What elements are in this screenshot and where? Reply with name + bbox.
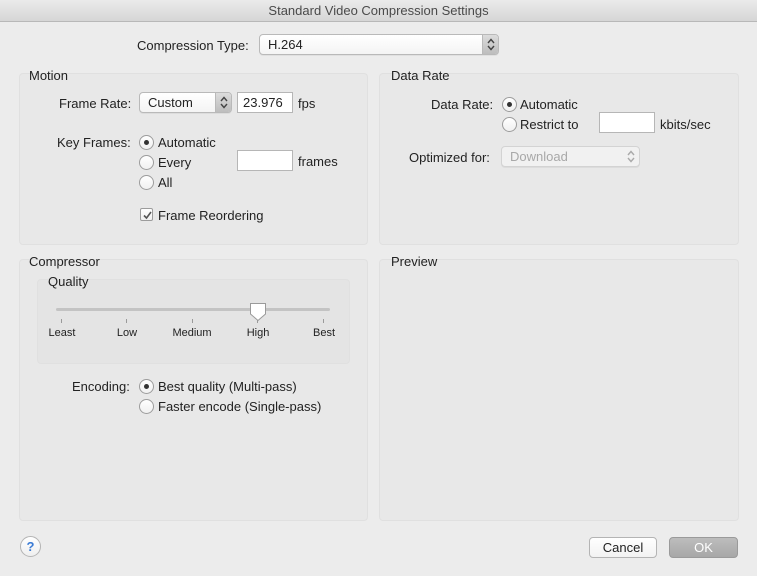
- optimized-for-popup[interactable]: Download: [501, 146, 640, 167]
- fps-unit-label: fps: [298, 96, 316, 111]
- quality-tick-label: High: [246, 327, 270, 339]
- encoding-singlepass-radio[interactable]: [139, 399, 154, 414]
- popup-arrows-icon: [215, 93, 231, 112]
- motion-title: Motion: [29, 68, 69, 83]
- data-rate-automatic-label: Automatic: [520, 97, 578, 112]
- ok-button[interactable]: OK: [669, 537, 738, 558]
- quality-slider-thumb[interactable]: [249, 302, 267, 322]
- data-rate-restrict-radio[interactable]: [502, 117, 517, 132]
- quality-tick: [192, 319, 193, 323]
- optimized-for-label: Optimized for:: [409, 150, 490, 165]
- help-button[interactable]: ?: [20, 536, 41, 557]
- quality-tick: [323, 319, 324, 323]
- quality-tick-label: Least: [48, 327, 76, 339]
- optimized-for-value: Download: [510, 149, 568, 164]
- frame-rate-popup[interactable]: Custom: [139, 92, 232, 113]
- cancel-button[interactable]: Cancel: [589, 537, 657, 558]
- key-frames-automatic-label: Automatic: [158, 135, 216, 150]
- data-rate-title: Data Rate: [391, 68, 450, 83]
- quality-tick-label: Medium: [172, 327, 212, 339]
- quality-tick: [126, 319, 127, 323]
- quality-slider-track[interactable]: [56, 308, 330, 311]
- key-frames-every-radio[interactable]: [139, 155, 154, 170]
- quality-tick-label: Low: [116, 327, 138, 339]
- compression-type-label: Compression Type:: [137, 38, 249, 53]
- encoding-multipass-label: Best quality (Multi-pass): [158, 379, 297, 394]
- preview-title: Preview: [391, 254, 438, 269]
- quality-tick-label: Best: [312, 327, 335, 339]
- data-rate-restrict-input[interactable]: [599, 112, 655, 133]
- quality-label: Quality: [48, 274, 89, 289]
- frame-rate-label: Frame Rate:: [59, 96, 132, 111]
- quality-box: [37, 279, 350, 364]
- quality-tick: [61, 319, 62, 323]
- window-title: Standard Video Compression Settings: [0, 0, 757, 22]
- key-frames-all-radio[interactable]: [139, 175, 154, 190]
- popup-arrows-icon: [482, 35, 498, 54]
- kbits-unit-label: kbits/sec: [660, 117, 711, 132]
- key-frames-every-label: Every: [158, 155, 192, 170]
- key-frames-every-input[interactable]: [237, 150, 293, 171]
- popup-arrows-icon: [623, 147, 639, 166]
- frame-rate-input[interactable]: [237, 92, 293, 113]
- frames-unit-label: frames: [298, 154, 338, 169]
- encoding-multipass-radio[interactable]: [139, 379, 154, 394]
- data-rate-restrict-label: Restrict to: [520, 117, 579, 132]
- compression-type-popup[interactable]: H.264: [259, 34, 499, 55]
- checkmark-icon: [143, 211, 152, 220]
- frame-reordering-checkbox[interactable]: [140, 208, 153, 221]
- data-rate-automatic-radio[interactable]: [502, 97, 517, 112]
- key-frames-automatic-radio[interactable]: [139, 135, 154, 150]
- preview-group: [379, 259, 739, 521]
- encoding-label: Encoding:: [72, 379, 130, 394]
- encoding-singlepass-label: Faster encode (Single-pass): [158, 399, 322, 414]
- data-rate-label: Data Rate:: [431, 97, 494, 112]
- key-frames-label: Key Frames:: [57, 135, 131, 150]
- frame-reordering-label: Frame Reordering: [158, 208, 264, 223]
- frame-rate-mode: Custom: [148, 95, 193, 110]
- key-frames-all-label: All: [158, 175, 173, 190]
- compressor-title: Compressor: [29, 254, 100, 269]
- compression-type-value: H.264: [268, 37, 303, 52]
